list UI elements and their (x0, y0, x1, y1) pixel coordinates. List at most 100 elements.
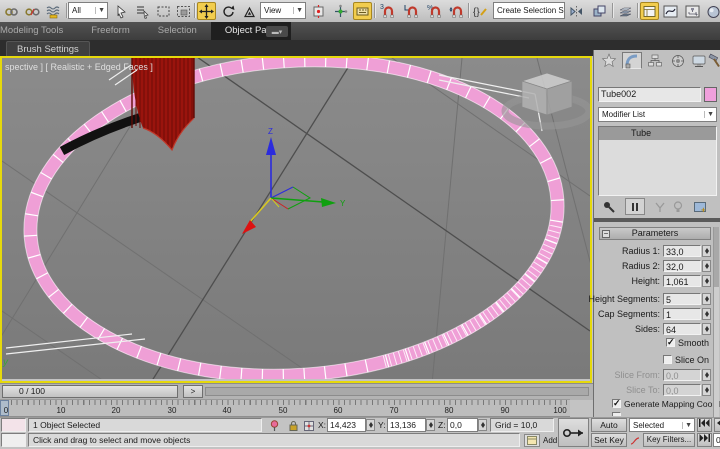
maxscript-mini-listener-white[interactable] (1, 433, 26, 447)
panel-scrollbar[interactable] (713, 227, 719, 417)
z-coord-field[interactable]: 0,0 (447, 418, 478, 432)
window-crossing-icon[interactable] (174, 2, 193, 20)
make-unique-icon[interactable] (652, 200, 668, 214)
manage-layers-icon[interactable] (616, 2, 635, 20)
reference-coordinate-dropdown[interactable]: View▼ (260, 2, 306, 19)
selection-lock-icon[interactable] (286, 419, 300, 432)
snaps-toggle-3d-icon[interactable]: 3 (378, 2, 397, 20)
x-spinner[interactable] (366, 419, 375, 431)
show-end-result-icon[interactable] (625, 198, 645, 215)
viewport-canvas[interactable]: Z Y spective ] [ Realistic + Edged Faces… (2, 58, 590, 379)
select-and-link-icon[interactable] (2, 2, 21, 20)
default-tangent-icon[interactable] (629, 434, 641, 447)
radius1-field[interactable]: 33,0 (663, 245, 701, 257)
select-and-rotate-icon[interactable] (219, 2, 238, 20)
absolute-mode-icon[interactable] (302, 419, 316, 432)
generate-mapping-checkbox[interactable] (612, 399, 621, 408)
select-object-icon[interactable] (112, 2, 131, 20)
cap-segments-field[interactable]: 1 (663, 308, 701, 320)
height-field[interactable]: 1,061 (663, 275, 701, 287)
select-and-move-icon[interactable] (197, 2, 216, 20)
bind-to-space-warp-icon[interactable] (44, 2, 63, 20)
x-coord-field[interactable]: 14,423 (327, 418, 366, 432)
sides-spinner[interactable] (702, 323, 711, 335)
configure-modifier-sets-icon[interactable]: + (692, 200, 708, 214)
panel-scrollbar-thumb[interactable] (714, 227, 719, 287)
modifier-list-dropdown[interactable]: Modifier List ▼ (598, 107, 717, 122)
y-coord-field[interactable]: 13,136 (387, 418, 426, 432)
track-bar-groove[interactable] (205, 387, 589, 396)
select-by-name-icon[interactable] (133, 2, 152, 20)
height-segments-spinner[interactable] (702, 293, 711, 305)
ribbon-overflow-icon[interactable]: ▬▾ (266, 26, 288, 37)
ribbon-tab-modeling-tools[interactable]: Modeling Tools (0, 22, 77, 40)
y-spinner[interactable] (426, 419, 435, 431)
z-spinner[interactable] (478, 419, 487, 431)
spinner-snap-icon[interactable] (447, 2, 466, 20)
auto-key-button[interactable]: Auto Key (591, 418, 627, 432)
panel-tab-hierarchy-icon[interactable] (645, 52, 665, 69)
use-pivot-point-center-icon[interactable] (309, 2, 328, 20)
schematic-view-icon[interactable]: + (683, 2, 702, 20)
pin-stack-icon[interactable] (601, 200, 617, 214)
time-tag-window-icon[interactable] (524, 434, 540, 447)
object-color-swatch[interactable] (704, 87, 717, 102)
percent-snap-icon[interactable]: % (425, 2, 444, 20)
current-frame-field[interactable]: 0 (713, 433, 720, 447)
radius2-field[interactable]: 32,0 (663, 260, 701, 272)
panel-tab-modify-icon[interactable] (622, 52, 642, 69)
prompt-line: Click and drag to select and move object… (28, 433, 520, 447)
object-name-field[interactable]: Tube002 (598, 87, 701, 102)
rectangular-selection-region-icon[interactable] (154, 2, 173, 20)
add-time-tag-label[interactable]: Add Time Tag (543, 436, 557, 445)
curve-editor-icon[interactable] (661, 2, 680, 20)
keyboard-override-icon[interactable] (353, 2, 372, 20)
height-segments-field[interactable]: 5 (663, 293, 701, 305)
slice-on-checkbox[interactable] (663, 355, 672, 364)
named-selection-set-dropdown[interactable]: Create Selection Se▼ (493, 2, 565, 19)
time-slider-handle[interactable]: 0 / 100 (2, 385, 178, 398)
panel-tab-motion-icon[interactable] (668, 52, 688, 69)
radius1-spinner[interactable] (702, 245, 711, 257)
isolate-pin-icon[interactable] (267, 419, 281, 432)
go-to-end-button[interactable] (697, 433, 712, 447)
panel-tab-create-icon[interactable] (599, 52, 619, 69)
panel-tab-utilities-icon[interactable] (705, 52, 720, 69)
previous-frame-button[interactable] (714, 418, 720, 432)
next-frame-button[interactable]: > (183, 385, 203, 398)
set-keys-button[interactable] (558, 418, 589, 447)
parameters-rollout-header[interactable]: − Parameters (599, 227, 711, 240)
ribbon-tab-freeform[interactable]: Freeform (77, 22, 144, 40)
radius2-spinner[interactable] (702, 260, 711, 272)
ribbon-panel-brush-settings[interactable]: Brush Settings (6, 41, 90, 57)
cap-segments-spinner[interactable] (702, 308, 711, 320)
sides-field[interactable]: 64 (663, 323, 701, 335)
edit-named-selection-sets-icon[interactable]: {} (471, 2, 490, 20)
selection-filter-dropdown[interactable]: All▼ (68, 2, 108, 19)
key-mode-dropdown[interactable]: Selected▼ (629, 418, 695, 432)
timeline-ruler[interactable]: 0 10 20 30 40 50 60 70 80 90 100 (0, 399, 570, 417)
slice-to-spinner (702, 384, 711, 396)
ruler-tick: 30 (168, 406, 177, 415)
smooth-checkbox[interactable] (666, 338, 675, 347)
ribbon-tab-selection[interactable]: Selection (144, 22, 211, 40)
go-to-start-button[interactable] (697, 418, 712, 432)
align-icon[interactable] (590, 2, 609, 20)
material-editor-icon[interactable] (704, 2, 720, 20)
viewport-label[interactable]: spective ] [ Realistic + Edged Faces ] (5, 62, 153, 72)
gizmo-y-label: Y (340, 199, 346, 208)
svg-text:+: + (695, 12, 699, 18)
status-bar: 1 Object Selected Click and drag to sele… (0, 417, 720, 449)
select-and-manipulate-icon[interactable] (331, 2, 350, 20)
modifier-stack-item-tube[interactable]: Tube (599, 127, 716, 140)
unlink-selection-icon[interactable] (23, 2, 42, 20)
height-spinner[interactable] (702, 275, 711, 287)
angle-snap-icon[interactable] (402, 2, 421, 20)
remove-modifier-icon[interactable] (670, 200, 686, 214)
maxscript-mini-listener-pink[interactable] (1, 418, 26, 432)
mirror-icon[interactable] (567, 2, 586, 20)
select-and-scale-icon[interactable] (240, 2, 259, 20)
set-key-button[interactable]: Set Key (591, 433, 627, 447)
graphite-ribbon-toggle-icon[interactable] (640, 2, 659, 20)
key-filters-button[interactable]: Key Filters... (643, 433, 695, 447)
